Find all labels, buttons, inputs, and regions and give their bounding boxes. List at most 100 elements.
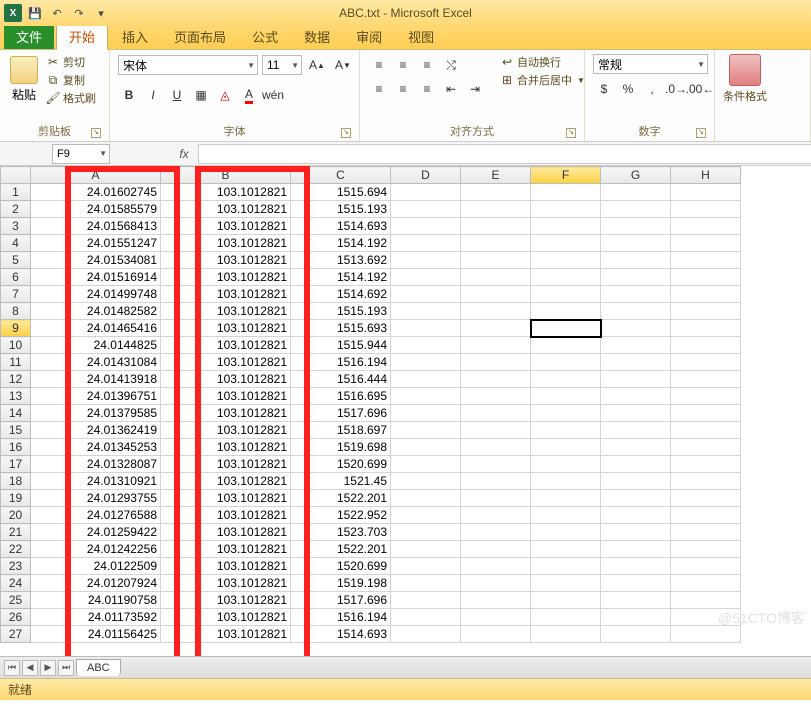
cell[interactable]: 1516.695 (291, 388, 391, 405)
cell[interactable]: 103.1012821 (161, 354, 291, 371)
cell[interactable]: 1514.693 (291, 626, 391, 643)
cell[interactable]: 103.1012821 (161, 592, 291, 609)
cell[interactable] (531, 269, 601, 286)
cell[interactable]: 24.01173592 (31, 609, 161, 626)
col-header-G[interactable]: G (601, 167, 671, 184)
cell[interactable]: 1515.193 (291, 201, 391, 218)
cell[interactable] (391, 184, 461, 201)
conditional-format-button[interactable]: 条件格式 (723, 54, 767, 104)
row-header[interactable]: 9 (1, 320, 31, 337)
cell[interactable] (461, 269, 531, 286)
cell[interactable] (531, 558, 601, 575)
cell[interactable] (601, 558, 671, 575)
cell[interactable]: 1518.697 (291, 422, 391, 439)
grow-font-button[interactable]: A▲ (306, 54, 328, 76)
cell[interactable]: 1515.944 (291, 337, 391, 354)
cell[interactable] (671, 507, 741, 524)
col-header-B[interactable]: B (161, 167, 291, 184)
cell[interactable] (531, 303, 601, 320)
cell[interactable] (601, 269, 671, 286)
cell[interactable]: 24.01310921 (31, 473, 161, 490)
row-header[interactable]: 4 (1, 235, 31, 252)
row-header[interactable]: 18 (1, 473, 31, 490)
cell[interactable] (461, 218, 531, 235)
cell[interactable] (391, 592, 461, 609)
cell[interactable] (391, 303, 461, 320)
cell[interactable] (391, 218, 461, 235)
cell[interactable] (671, 235, 741, 252)
row-header[interactable]: 21 (1, 524, 31, 541)
wrap-text-button[interactable]: ↩自动换行 (500, 54, 585, 70)
cut-button[interactable]: ✂剪切 (46, 54, 96, 70)
cell[interactable] (391, 371, 461, 388)
cell[interactable] (531, 235, 601, 252)
cell[interactable] (461, 541, 531, 558)
cell[interactable]: 24.01396751 (31, 388, 161, 405)
number-launcher[interactable]: ↘ (696, 128, 706, 138)
cell[interactable] (671, 354, 741, 371)
formula-input[interactable] (198, 144, 811, 164)
increase-decimal-button[interactable]: .0→ (665, 78, 687, 100)
cell[interactable]: 24.01413918 (31, 371, 161, 388)
cell[interactable] (671, 473, 741, 490)
qat-customize-icon[interactable]: ▾ (92, 4, 110, 22)
row-header[interactable]: 13 (1, 388, 31, 405)
cell[interactable]: 1515.693 (291, 320, 391, 337)
cell[interactable] (391, 524, 461, 541)
cell[interactable] (601, 507, 671, 524)
bold-button[interactable]: B (118, 84, 140, 106)
cell[interactable] (601, 626, 671, 643)
cell[interactable]: 1522.952 (291, 507, 391, 524)
cell[interactable]: 1514.692 (291, 286, 391, 303)
cell[interactable]: 1520.699 (291, 456, 391, 473)
cell[interactable]: 1516.444 (291, 371, 391, 388)
cell[interactable] (601, 201, 671, 218)
col-header-E[interactable]: E (461, 167, 531, 184)
cell[interactable]: 24.01465416 (31, 320, 161, 337)
cell[interactable]: 24.01242256 (31, 541, 161, 558)
row-header[interactable]: 2 (1, 201, 31, 218)
align-center-button[interactable]: ≡ (392, 78, 414, 100)
cell[interactable] (391, 575, 461, 592)
italic-button[interactable]: I (142, 84, 164, 106)
cell[interactable] (671, 439, 741, 456)
cell[interactable] (601, 439, 671, 456)
row-header[interactable]: 23 (1, 558, 31, 575)
tab-formulas[interactable]: 公式 (240, 23, 290, 49)
font-size-combo[interactable]: 11▼ (262, 55, 302, 75)
cell[interactable]: 24.01482582 (31, 303, 161, 320)
cell[interactable] (531, 337, 601, 354)
col-header-D[interactable]: D (391, 167, 461, 184)
cell[interactable] (391, 422, 461, 439)
row-header[interactable]: 27 (1, 626, 31, 643)
cell[interactable] (391, 558, 461, 575)
cell[interactable]: 103.1012821 (161, 184, 291, 201)
comma-format-button[interactable]: , (641, 78, 663, 100)
cell[interactable]: 1519.698 (291, 439, 391, 456)
cell[interactable] (531, 609, 601, 626)
cell[interactable]: 1514.693 (291, 218, 391, 235)
cell[interactable] (461, 184, 531, 201)
cell[interactable] (601, 541, 671, 558)
cell[interactable] (461, 371, 531, 388)
cell[interactable] (391, 541, 461, 558)
cell[interactable] (391, 507, 461, 524)
tab-insert[interactable]: 插入 (110, 23, 160, 49)
accounting-format-button[interactable]: $ (593, 78, 615, 100)
cell[interactable]: 103.1012821 (161, 626, 291, 643)
phonetic-button[interactable]: wén (262, 84, 284, 106)
cell[interactable] (671, 252, 741, 269)
align-left-button[interactable]: ≡ (368, 78, 390, 100)
cell[interactable] (391, 235, 461, 252)
cell[interactable]: 1516.194 (291, 609, 391, 626)
align-bottom-button[interactable]: ≡ (416, 54, 438, 76)
cell[interactable]: 103.1012821 (161, 252, 291, 269)
cell[interactable]: 1517.696 (291, 405, 391, 422)
cell[interactable]: 24.01516914 (31, 269, 161, 286)
cell[interactable] (391, 405, 461, 422)
cell[interactable]: 1517.696 (291, 592, 391, 609)
worksheet-grid[interactable]: ABCDEFGH 124.01602745103.10128211515.694… (0, 166, 811, 656)
tab-view[interactable]: 视图 (396, 23, 446, 49)
row-header[interactable]: 17 (1, 456, 31, 473)
cell[interactable] (601, 184, 671, 201)
